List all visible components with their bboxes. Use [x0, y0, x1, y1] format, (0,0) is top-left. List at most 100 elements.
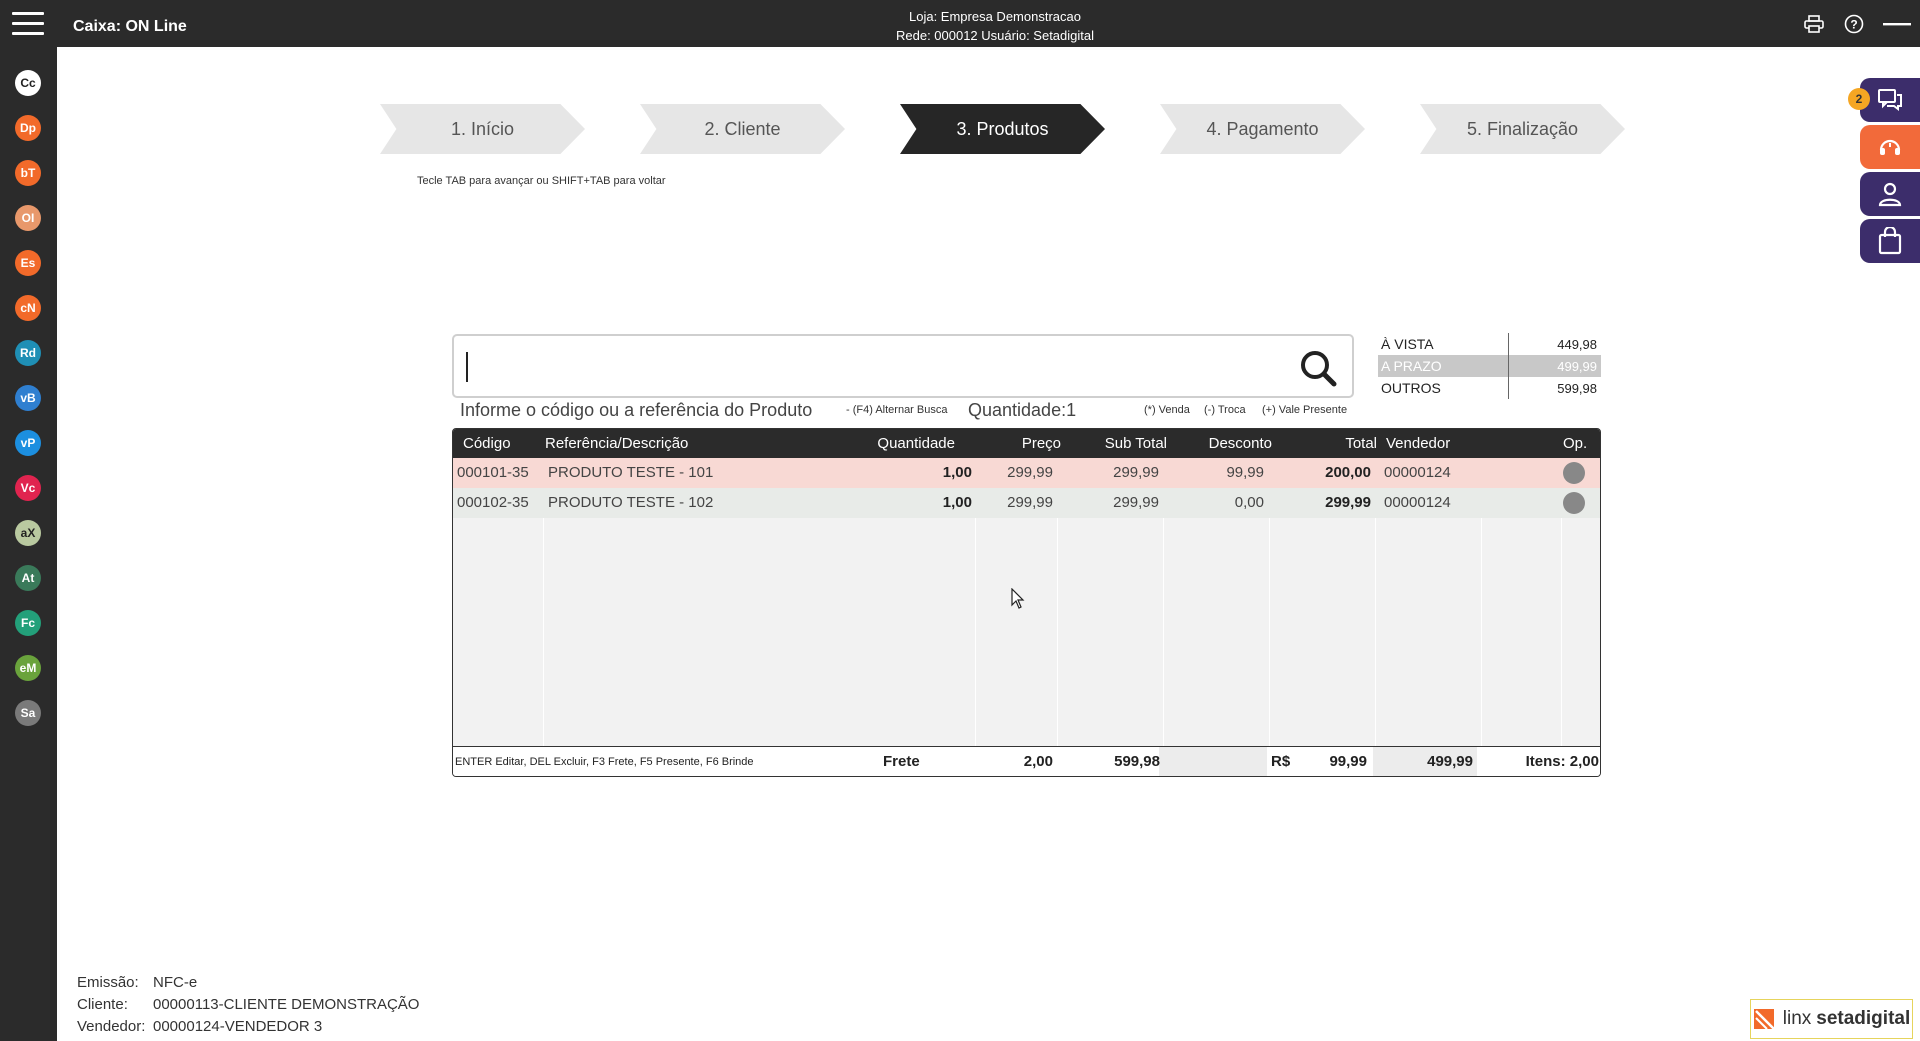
support-button[interactable]	[1860, 125, 1920, 169]
linx-setadigital-logo: linx setadigital	[1750, 999, 1913, 1039]
sidebar-item-cc[interactable]: Cc	[15, 70, 41, 96]
sidebar-item-sa[interactable]: Sa	[15, 700, 41, 726]
price-value: 499,99	[1557, 358, 1597, 374]
sidebar-item-cn[interactable]: cN	[15, 295, 41, 321]
right-quick-panel: 2	[1848, 78, 1920, 266]
sidebar-item-em[interactable]: eM	[15, 655, 41, 681]
client-label: Cliente:	[77, 996, 128, 1013]
col-descricao: Referência/Descrição	[545, 435, 689, 452]
row-seller: 00000124	[1384, 494, 1451, 511]
table-header: Código Referência/Descrição Quantidade P…	[453, 429, 1600, 458]
footer-freight-value: 2,00	[1023, 753, 1053, 770]
store-info: Loja: Empresa Demonstracao Rede: 000012 …	[0, 7, 1920, 45]
print-icon[interactable]	[1794, 4, 1834, 44]
row-price: 299,99	[1007, 494, 1053, 511]
top-actions: ?	[1794, 0, 1920, 47]
step-inicio[interactable]: 1. Início	[380, 104, 585, 154]
table-row[interactable]: 000102-35 PRODUTO TESTE - 102 1,00 299,9…	[453, 488, 1600, 518]
top-bar: Caixa: ON Line Loja: Empresa Demonstraca…	[0, 0, 1920, 47]
row-description: PRODUTO TESTE - 101	[548, 464, 714, 481]
step-pagamento[interactable]: 4. Pagamento	[1160, 104, 1365, 154]
price-a-prazo[interactable]: A PRAZO 499,99	[1378, 355, 1601, 377]
step-finalizacao[interactable]: 5. Finalização	[1420, 104, 1625, 154]
footer-currency: R$	[1271, 753, 1291, 770]
row-quantity: 1,00	[942, 494, 972, 511]
row-description: PRODUTO TESTE - 102	[548, 494, 714, 511]
user-button[interactable]	[1860, 172, 1920, 216]
table-footer: ENTER Editar, DEL Excluir, F3 Frete, F5 …	[453, 746, 1600, 776]
price-value: 599,98	[1557, 380, 1597, 396]
sidebar-item-es[interactable]: Es	[15, 250, 41, 276]
chat-icon	[1878, 89, 1902, 111]
network-user: Rede: 000012 Usuário: Setadigital	[895, 28, 1095, 43]
mouse-cursor-icon	[1011, 588, 1025, 609]
legend-vale-presente: (+) Vale Presente	[1262, 404, 1348, 416]
client-value: 00000113-CLIENTE DEMONSTRAÇÃO	[153, 996, 420, 1013]
minimize-icon[interactable]	[1874, 4, 1920, 44]
shopping-bag-button[interactable]	[1860, 219, 1920, 263]
row-discount: 99,99	[1226, 464, 1264, 481]
price-label: A PRAZO	[1378, 355, 1509, 377]
price-a-vista[interactable]: À VISTA 449,98	[1378, 333, 1601, 355]
step-produtos[interactable]: 3. Produtos	[900, 104, 1105, 154]
row-subtotal: 299,99	[1113, 464, 1159, 481]
row-subtotal: 299,99	[1113, 494, 1159, 511]
table-row[interactable]: 000101-35 PRODUTO TESTE - 101 1,00 299,9…	[453, 458, 1600, 488]
navigation-hint: Tecle TAB para avançar ou SHIFT+TAB para…	[417, 175, 666, 187]
emission-line: Emissão: NFC-e	[77, 972, 419, 994]
sidebar-item-vb[interactable]: vB	[15, 385, 41, 411]
footer-freight-label[interactable]: Frete	[883, 747, 920, 776]
col-vendedor: Vendedor	[1386, 435, 1451, 452]
row-total: 299,99	[1325, 494, 1371, 511]
legend-troca: (-) Troca	[1204, 404, 1246, 416]
emission-value: NFC-e	[153, 974, 198, 991]
product-search-input[interactable]	[452, 334, 1354, 398]
logo-text-setadigital: setadigital	[1816, 1008, 1911, 1029]
row-price: 299,99	[1007, 464, 1053, 481]
client-line: Cliente: 00000113-CLIENTE DEMONSTRAÇÃO	[77, 994, 419, 1016]
col-codigo: Código	[463, 435, 511, 452]
row-discount: 0,00	[1234, 494, 1264, 511]
sidebar-item-bt[interactable]: bT	[15, 160, 41, 186]
logo-text-linx: linx	[1782, 1008, 1812, 1029]
sidebar-item-at[interactable]: At	[15, 565, 41, 591]
row-option-button[interactable]	[1563, 492, 1585, 514]
step-cliente[interactable]: 2. Cliente	[640, 104, 845, 154]
svg-text:?: ?	[1850, 17, 1857, 31]
sale-info: Emissão: NFC-e Cliente: 00000113-CLIENTE D…	[77, 972, 419, 1038]
col-preco: Preço	[1021, 435, 1061, 452]
footer-subtotal: 599,98	[1114, 753, 1160, 770]
price-outros[interactable]: OUTROS 599,98	[1378, 377, 1601, 399]
row-total: 200,00	[1325, 464, 1371, 481]
text-caret	[466, 352, 468, 382]
footer-discount: 99,99	[1329, 753, 1367, 770]
col-op: Op.	[1563, 435, 1588, 452]
row-quantity: 1,00	[942, 464, 972, 481]
sidebar-item-oi[interactable]: OI	[15, 205, 41, 231]
sidebar-item-vp[interactable]: vP	[15, 430, 41, 456]
toggle-search-hint: - (F4) Alternar Busca	[846, 404, 948, 416]
sidebar-item-dp[interactable]: Dp	[15, 115, 41, 141]
quantity-label: Quantidade:1	[968, 400, 1077, 420]
logo-mark-icon	[1753, 1009, 1775, 1030]
row-option-button[interactable]	[1563, 462, 1585, 484]
row-code: 000102-35	[457, 494, 529, 511]
row-seller: 00000124	[1384, 464, 1451, 481]
col-total: Total	[1345, 435, 1377, 452]
sidebar-item-vc[interactable]: Vc	[15, 475, 41, 501]
sidebar-item-rd[interactable]: Rd	[15, 340, 41, 366]
shopping-bag-icon	[1878, 227, 1902, 255]
help-icon[interactable]: ?	[1834, 4, 1874, 44]
sidebar-item-ax[interactable]: aX	[15, 520, 41, 546]
search-icon[interactable]	[1298, 348, 1338, 388]
footer-total: 499,99	[1427, 753, 1473, 770]
price-label: OUTROS	[1378, 377, 1509, 399]
sidebar-item-fc[interactable]: Fc	[15, 610, 41, 636]
headset-icon	[1879, 139, 1901, 155]
col-subtotal: Sub Total	[1104, 435, 1167, 452]
user-icon	[1878, 182, 1902, 207]
footer-shortcuts: ENTER Editar, DEL Excluir, F3 Frete, F5 …	[455, 756, 754, 768]
search-label: Informe o código ou a referência do Prod…	[460, 400, 813, 420]
price-value: 449,98	[1557, 336, 1597, 352]
notification-badge: 2	[1848, 88, 1870, 110]
